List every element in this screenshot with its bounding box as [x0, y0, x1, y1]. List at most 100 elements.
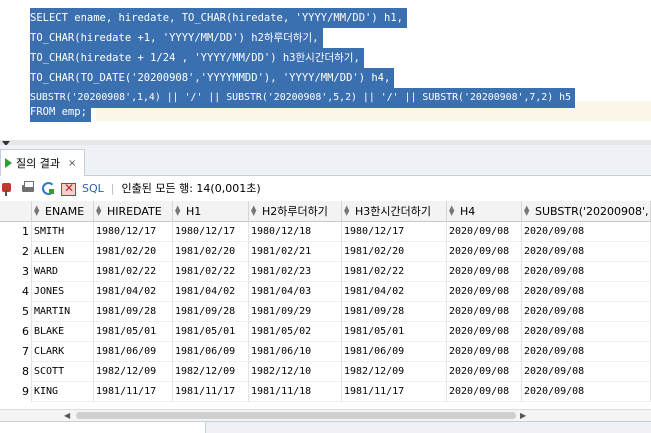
- cell-h4[interactable]: 2020/09/08: [447, 322, 522, 342]
- refresh-icon[interactable]: [40, 180, 56, 196]
- cell-h1[interactable]: 1981/04/02: [173, 282, 249, 302]
- cell-ename[interactable]: CLARK: [32, 342, 94, 362]
- cell-substr[interactable]: 2020/09/08: [522, 302, 651, 322]
- cell-h3[interactable]: 1981/11/17: [342, 382, 447, 402]
- cell-h1[interactable]: 1981/11/17: [173, 382, 249, 402]
- cell-h3[interactable]: 1981/09/28: [342, 302, 447, 322]
- cell-h2[interactable]: 1981/05/02: [249, 322, 342, 342]
- table-row[interactable]: 8 SCOTT 1982/12/09 1982/12/09 1982/12/10…: [0, 362, 651, 382]
- cell-ename[interactable]: JONES: [32, 282, 94, 302]
- cell-h4[interactable]: 2020/09/08: [447, 382, 522, 402]
- cell-hiredate[interactable]: 1982/12/09: [94, 362, 173, 382]
- cell-h4[interactable]: 2020/09/08: [447, 262, 522, 282]
- col-header-h3[interactable]: ▲ ▼ H3한시간더하기: [342, 201, 447, 222]
- cell-hiredate[interactable]: 1981/02/20: [94, 242, 173, 262]
- cell-h3[interactable]: 1981/02/22: [342, 262, 447, 282]
- cell-hiredate[interactable]: 1981/02/22: [94, 262, 173, 282]
- cell-h1[interactable]: 1981/09/28: [173, 302, 249, 322]
- tab-close-icon[interactable]: ×: [68, 158, 76, 169]
- cell-h4[interactable]: 2020/09/08: [447, 362, 522, 382]
- cell-ename[interactable]: SMITH: [32, 222, 94, 242]
- table-row[interactable]: 7 CLARK 1981/06/09 1981/06/09 1981/06/10…: [0, 342, 651, 362]
- scroll-right-icon[interactable]: ▶: [520, 411, 526, 420]
- cell-h3[interactable]: 1981/04/02: [342, 282, 447, 302]
- col-header-ename[interactable]: ▲ ▼ ENAME: [32, 201, 94, 222]
- cell-h4[interactable]: 2020/09/08: [447, 282, 522, 302]
- cell-h1[interactable]: 1981/02/22: [173, 262, 249, 282]
- cell-ename[interactable]: BLAKE: [32, 322, 94, 342]
- col-header-h1[interactable]: ▲ ▼ H1: [173, 201, 249, 222]
- cell-h1[interactable]: 1981/06/09: [173, 342, 249, 362]
- cell-substr[interactable]: 2020/09/08: [522, 382, 651, 402]
- tab-query-result[interactable]: 질의 결과 ×: [0, 149, 86, 176]
- fetch-status: 인출된 모든 행: 14(0,001초): [121, 182, 261, 195]
- cell-h2[interactable]: 1981/02/23: [249, 262, 342, 282]
- col-header-substr[interactable]: ▲ ▼ SUBSTR('20200908',: [522, 201, 651, 222]
- cell-hiredate[interactable]: 1981/04/02: [94, 282, 173, 302]
- code-line-1[interactable]: SELECT ename, hiredate, TO_CHAR(hiredate…: [30, 8, 407, 28]
- bottom-tab[interactable]: [0, 422, 206, 433]
- cell-substr[interactable]: 2020/09/08: [522, 242, 651, 262]
- code-line-5[interactable]: SUBSTR('20200908',1,4) || '/' || SUBSTR(…: [30, 88, 576, 108]
- cell-h3[interactable]: 1981/02/20: [342, 242, 447, 262]
- cell-ename[interactable]: KING: [32, 382, 94, 402]
- cell-substr[interactable]: 2020/09/08: [522, 222, 651, 242]
- cell-h4[interactable]: 2020/09/08: [447, 342, 522, 362]
- cell-h2[interactable]: 1980/12/18: [249, 222, 342, 242]
- cell-h3[interactable]: 1981/06/09: [342, 342, 447, 362]
- cell-h2[interactable]: 1982/12/10: [249, 362, 342, 382]
- horizontal-scrollbar[interactable]: ◀ ▶: [0, 409, 651, 421]
- cell-h4[interactable]: 2020/09/08: [447, 222, 522, 242]
- cell-h3[interactable]: 1980/12/17: [342, 222, 447, 242]
- table-row[interactable]: 6 BLAKE 1981/05/01 1981/05/01 1981/05/02…: [0, 322, 651, 342]
- table-row[interactable]: 9 KING 1981/11/17 1981/11/17 1981/11/18 …: [0, 382, 651, 402]
- cell-hiredate[interactable]: 1980/12/17: [94, 222, 173, 242]
- cell-hiredate[interactable]: 1981/06/09: [94, 342, 173, 362]
- cell-substr[interactable]: 2020/09/08: [522, 362, 651, 382]
- result-grid[interactable]: ▲ ▼ ENAME ▲ ▼ HIREDATE ▲ ▼ H1 ▲ ▼ H2하루더하기 ▲ ▼ H3한시…: [0, 201, 651, 409]
- scrollbar-thumb[interactable]: [76, 412, 516, 419]
- table-row[interactable]: 3 WARD 1981/02/22 1981/02/22 1981/02/23 …: [0, 262, 651, 282]
- scroll-left-icon[interactable]: ◀: [64, 411, 70, 420]
- cell-substr[interactable]: 2020/09/08: [522, 322, 651, 342]
- cell-h2[interactable]: 1981/09/29: [249, 302, 342, 322]
- sql-editor[interactable]: SELECT ename, hiredate, TO_CHAR(hiredate…: [0, 0, 651, 140]
- cell-h3[interactable]: 1981/05/01: [342, 322, 447, 342]
- cell-substr[interactable]: 2020/09/08: [522, 282, 651, 302]
- cell-h1[interactable]: 1981/05/01: [173, 322, 249, 342]
- cell-hiredate[interactable]: 1981/09/28: [94, 302, 173, 322]
- cell-h2[interactable]: 1981/02/21: [249, 242, 342, 262]
- cell-h4[interactable]: 2020/09/08: [447, 302, 522, 322]
- print-icon[interactable]: [20, 180, 36, 196]
- code-line-3[interactable]: TO_CHAR(hiredate + 1/24 , 'YYYY/MM/DD') …: [30, 48, 364, 68]
- col-header-h2[interactable]: ▲ ▼ H2하루더하기: [249, 201, 342, 222]
- cell-substr[interactable]: 2020/09/08: [522, 262, 651, 282]
- code-line-6[interactable]: FROM emp;: [30, 102, 91, 122]
- pin-icon[interactable]: [0, 180, 16, 196]
- cell-h2[interactable]: 1981/06/10: [249, 342, 342, 362]
- cell-ename[interactable]: SCOTT: [32, 362, 94, 382]
- delete-icon[interactable]: [60, 180, 76, 196]
- cell-ename[interactable]: MARTIN: [32, 302, 94, 322]
- sql-button[interactable]: SQL: [82, 182, 104, 195]
- cell-ename[interactable]: ALLEN: [32, 242, 94, 262]
- code-line-4[interactable]: TO_CHAR(TO_DATE('20200908','YYYYMMDD'), …: [30, 68, 395, 88]
- cell-h3[interactable]: 1982/12/09: [342, 362, 447, 382]
- code-line-2[interactable]: TO_CHAR(hiredate +1, 'YYYY/MM/DD') h2하루더…: [30, 28, 323, 48]
- cell-hiredate[interactable]: 1981/11/17: [94, 382, 173, 402]
- cell-hiredate[interactable]: 1981/05/01: [94, 322, 173, 342]
- table-row[interactable]: 2 ALLEN 1981/02/20 1981/02/20 1981/02/21…: [0, 242, 651, 262]
- cell-h2[interactable]: 1981/11/18: [249, 382, 342, 402]
- col-header-hiredate[interactable]: ▲ ▼ HIREDATE: [94, 201, 173, 222]
- cell-h2[interactable]: 1981/04/03: [249, 282, 342, 302]
- cell-h4[interactable]: 2020/09/08: [447, 242, 522, 262]
- table-row[interactable]: 4 JONES 1981/04/02 1981/04/02 1981/04/03…: [0, 282, 651, 302]
- cell-h1[interactable]: 1982/12/09: [173, 362, 249, 382]
- table-row[interactable]: 5 MARTIN 1981/09/28 1981/09/28 1981/09/2…: [0, 302, 651, 322]
- cell-ename[interactable]: WARD: [32, 262, 94, 282]
- cell-h1[interactable]: 1980/12/17: [173, 222, 249, 242]
- cell-h1[interactable]: 1981/02/20: [173, 242, 249, 262]
- table-row[interactable]: 1 SMITH 1980/12/17 1980/12/17 1980/12/18…: [0, 222, 651, 242]
- col-header-h4[interactable]: ▲ ▼ H4: [447, 201, 522, 222]
- cell-substr[interactable]: 2020/09/08: [522, 342, 651, 362]
